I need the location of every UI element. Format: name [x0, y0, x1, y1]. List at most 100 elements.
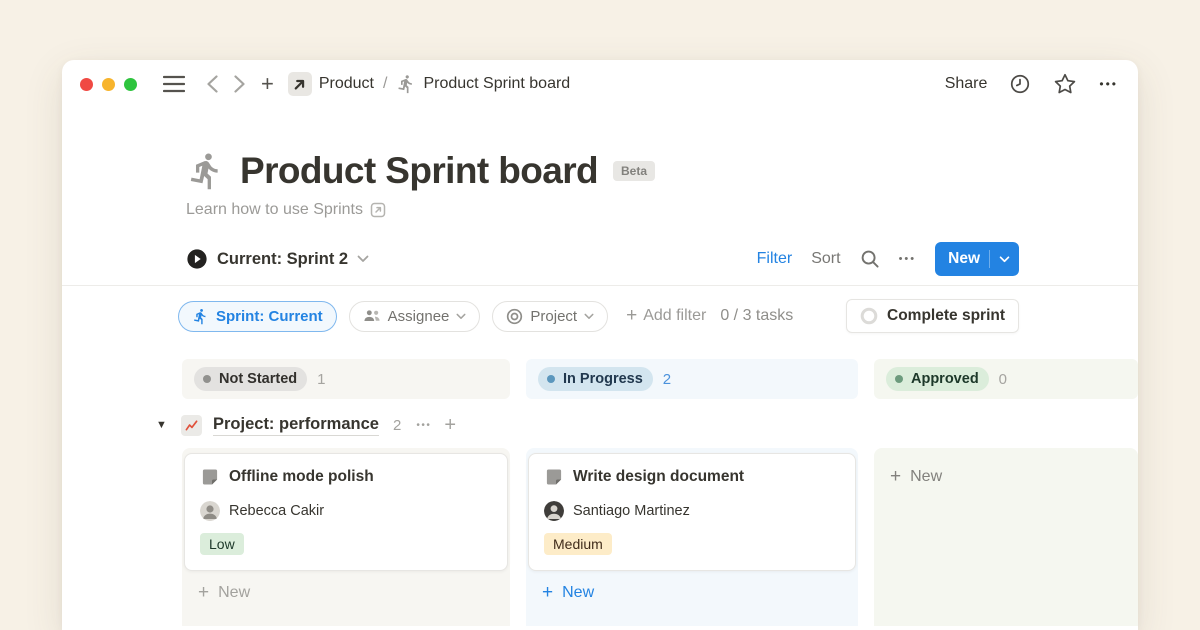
plus-icon: +: [626, 305, 637, 327]
breadcrumb-separator: /: [383, 75, 387, 93]
favorite-star-icon[interactable]: [1053, 72, 1077, 96]
priority-tag: Medium: [544, 533, 612, 555]
new-task-button[interactable]: New: [935, 242, 1019, 276]
share-button[interactable]: Share: [945, 75, 988, 93]
new-dropdown-chevron-icon[interactable]: [999, 256, 1010, 263]
close-window-button[interactable]: [80, 78, 93, 91]
status-pill-in-progress[interactable]: In Progress: [538, 367, 653, 391]
status-label: Approved: [911, 371, 979, 387]
app-window: + Product / Product Sprint board Share •…: [62, 60, 1138, 630]
page-title-runner-icon: [186, 151, 226, 191]
column-count: 0: [999, 371, 1007, 388]
zoom-window-button[interactable]: [124, 78, 137, 91]
plus-icon: +: [890, 466, 901, 488]
product-page-icon[interactable]: [288, 72, 312, 96]
beta-badge: Beta: [613, 161, 655, 181]
new-card-label: New: [910, 468, 942, 486]
card-title: Write design document: [573, 468, 744, 486]
assignee-filter-label: Assignee: [388, 308, 450, 325]
card-assignee: Santiago Martinez: [573, 503, 690, 519]
external-link-icon: [370, 202, 386, 218]
learn-sprints-link[interactable]: Learn how to use Sprints: [186, 201, 1138, 219]
breadcrumb: Product / Product Sprint board: [288, 72, 570, 96]
complete-sprint-button[interactable]: Complete sprint: [846, 299, 1019, 333]
project-filter-chip[interactable]: Project: [492, 301, 608, 332]
complete-sprint-label: Complete sprint: [887, 307, 1005, 325]
view-options-icon[interactable]: •••: [899, 253, 917, 265]
target-icon: [506, 308, 523, 325]
status-label: In Progress: [563, 371, 643, 387]
sort-button[interactable]: Sort: [811, 250, 840, 268]
group-collapse-icon[interactable]: ▼: [156, 419, 170, 431]
sprint-view-selector[interactable]: Current: Sprint 2: [186, 248, 369, 270]
card-assignee: Rebecca Cakir: [229, 503, 324, 519]
window-controls: [80, 78, 137, 91]
new-card-label: New: [218, 584, 250, 602]
sprint-filter-label: Sprint: Current: [216, 308, 323, 325]
sidebar-menu-icon[interactable]: [163, 75, 185, 93]
board-column-headers: Not Started 1 In Progress 2 Approved 0: [182, 359, 1138, 399]
minimize-window-button[interactable]: [102, 78, 115, 91]
view-toolbar: Current: Sprint 2 Filter Sort ••• New: [62, 241, 1138, 277]
progress-ring-icon: [860, 307, 878, 325]
nav-back-icon[interactable]: [207, 75, 218, 93]
new-card-button-approved[interactable]: + New: [876, 453, 1136, 488]
sprint-board: Not Started 1 In Progress 2 Approved 0: [62, 359, 1138, 624]
history-clock-icon[interactable]: [1009, 73, 1031, 95]
people-icon: [363, 309, 381, 323]
filter-button[interactable]: Filter: [757, 250, 793, 268]
group-title[interactable]: Project: performance: [213, 415, 379, 436]
status-pill-approved[interactable]: Approved: [886, 367, 989, 391]
page-title: Product Sprint board: [240, 150, 598, 192]
sprint-filter-chip[interactable]: Sprint: Current: [178, 301, 337, 332]
new-task-label: New: [948, 250, 980, 268]
new-card-button-in-progress[interactable]: + New: [528, 571, 856, 604]
more-options-icon[interactable]: •••: [1099, 77, 1118, 91]
filter-bar: Sprint: Current Assignee Project + Add f…: [62, 286, 1138, 333]
chart-icon: [181, 415, 202, 436]
runner-icon-blue: [192, 308, 209, 325]
column-not-started: Offline mode polish Rebecca Cakir Low + …: [182, 448, 510, 626]
status-dot: [895, 375, 903, 383]
page-header: Product Sprint board Beta Learn how to u…: [62, 150, 1138, 219]
chevron-down-icon: [357, 255, 369, 263]
column-count: 1: [317, 371, 325, 388]
avatar-santiago: [544, 501, 564, 521]
top-bar: + Product / Product Sprint board Share •…: [62, 60, 1138, 108]
new-card-label: New: [562, 584, 594, 602]
card-title: Offline mode polish: [229, 468, 374, 486]
plus-icon: +: [198, 582, 209, 604]
column-header-not-started: Not Started 1: [182, 359, 510, 399]
status-dot: [203, 375, 211, 383]
view-label: Current: Sprint 2: [217, 250, 348, 269]
learn-sprints-label: Learn how to use Sprints: [186, 201, 363, 219]
group-options-icon[interactable]: •••: [416, 420, 431, 431]
project-filter-label: Project: [530, 308, 577, 325]
breadcrumb-current-page[interactable]: Product Sprint board: [423, 75, 570, 93]
chevron-down-icon: [456, 313, 466, 320]
chevron-down-icon: [584, 313, 594, 320]
column-header-in-progress: In Progress 2: [526, 359, 858, 399]
breadcrumb-product[interactable]: Product: [319, 75, 374, 93]
nav-forward-icon[interactable]: [234, 75, 245, 93]
group-add-icon[interactable]: +: [444, 414, 456, 437]
group-count: 2: [393, 417, 401, 434]
task-card-write-design-document[interactable]: Write design document Santiago Martinez …: [528, 453, 856, 571]
new-page-icon[interactable]: +: [261, 73, 274, 95]
column-header-approved: Approved 0: [874, 359, 1138, 399]
search-icon[interactable]: [860, 249, 880, 269]
status-pill-not-started[interactable]: Not Started: [194, 367, 307, 391]
add-filter-button[interactable]: + Add filter: [626, 305, 706, 327]
status-label: Not Started: [219, 371, 297, 387]
board-card-area: Offline mode polish Rebecca Cakir Low + …: [182, 448, 1138, 626]
assignee-filter-chip[interactable]: Assignee: [349, 301, 481, 332]
play-circle-icon: [186, 248, 208, 270]
add-filter-label: Add filter: [643, 307, 706, 325]
sprint-runner-icon: [396, 74, 416, 94]
task-card-offline-mode-polish[interactable]: Offline mode polish Rebecca Cakir Low: [184, 453, 508, 571]
column-in-progress: Write design document Santiago Martinez …: [526, 448, 858, 626]
status-dot: [547, 375, 555, 383]
new-card-button-not-started[interactable]: + New: [184, 571, 508, 604]
page-icon: [544, 467, 564, 487]
avatar-rebecca: [200, 501, 220, 521]
